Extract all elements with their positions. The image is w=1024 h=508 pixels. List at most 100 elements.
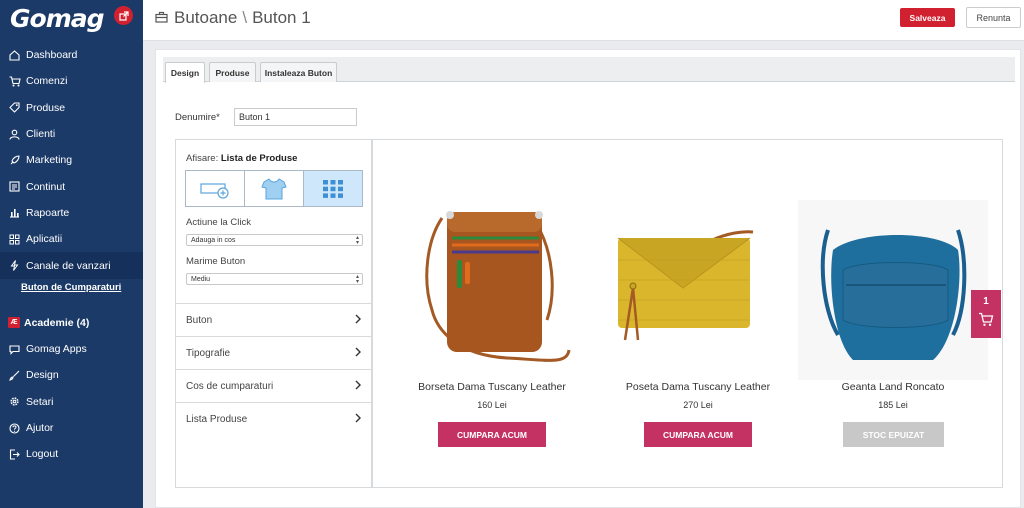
- sidebar-item-academie[interactable]: Æ Academie (4): [0, 310, 143, 336]
- section-lista-produse[interactable]: Lista Produse: [176, 402, 372, 435]
- chevron-right-icon: [354, 314, 362, 327]
- click-action-select[interactable]: Adauga in cos ▴ ▾: [186, 234, 363, 246]
- logout-icon: [8, 448, 21, 460]
- sidebar-subitem-buton-de-cumparaturi[interactable]: Buton de Cumparaturi: [0, 279, 143, 297]
- sidebar-item-aplicatii[interactable]: Aplicatii: [0, 226, 143, 252]
- display-mode-selector: [185, 170, 363, 207]
- cart-icon: [8, 75, 21, 87]
- sidebar-item-label: Aplicatii: [26, 233, 63, 246]
- brush-icon: [8, 369, 21, 381]
- content-icon: [8, 181, 21, 193]
- sidebar-item-setari[interactable]: Setari: [0, 389, 143, 415]
- apps-icon: [8, 233, 21, 245]
- sidebar-item-dashboard[interactable]: Dashboard: [0, 42, 143, 68]
- display-prefix: Afisare:: [186, 153, 219, 164]
- buy-now-button[interactable]: CUMPARA ACUM: [644, 422, 752, 447]
- section-buton[interactable]: Buton: [176, 303, 372, 336]
- sidebar-item-label: Comenzi: [26, 75, 68, 88]
- product-image[interactable]: [397, 200, 587, 380]
- tab-design[interactable]: Design: [165, 62, 205, 83]
- product-image[interactable]: [798, 200, 988, 380]
- click-action-value: Adauga in cos: [191, 236, 236, 244]
- sidebar-item-comenzi[interactable]: Comenzi: [0, 68, 143, 94]
- section-label: Buton: [186, 314, 213, 326]
- chart-icon: [8, 207, 21, 219]
- sidebar-item-label: Produse: [26, 101, 66, 114]
- sidebar-item-label: Marketing: [26, 154, 73, 167]
- section-tipografie[interactable]: Tipografie: [176, 336, 372, 369]
- sidebar-item-label: Dashboard: [26, 49, 78, 62]
- breadcrumb-separator: \: [242, 8, 248, 27]
- tab-instaleaza-buton[interactable]: Instaleaza Buton: [260, 62, 337, 82]
- sidebar-item-produse[interactable]: Produse: [0, 95, 143, 121]
- product-price: 160 Lei: [477, 400, 507, 410]
- product-price: 270 Lei: [683, 400, 713, 410]
- button-preview: Borseta Dama Tuscany Leather 160 Lei CUM…: [373, 139, 1003, 488]
- buy-now-button[interactable]: CUMPARA ACUM: [438, 422, 546, 447]
- button-size-label: Marime Buton: [186, 256, 246, 267]
- single-button-icon[interactable]: [186, 171, 245, 206]
- button-size-select[interactable]: Mediu ▴ ▾: [186, 273, 363, 285]
- name-input[interactable]: [234, 108, 357, 126]
- sidebar-item-label: Ajutor: [26, 422, 54, 434]
- sidebar-item-rapoarte[interactable]: Rapoarte: [0, 200, 143, 226]
- chevron-right-icon: [354, 347, 362, 360]
- sidebar-item-ajutor[interactable]: Ajutor: [0, 415, 143, 441]
- cart-count: 1: [983, 296, 989, 307]
- chevron-right-icon: [354, 413, 362, 426]
- product-price: 185 Lei: [878, 400, 908, 410]
- section-label: Lista Produse: [186, 413, 248, 425]
- dashboard-icon: [8, 49, 21, 61]
- name-label: Denumire*: [175, 111, 220, 123]
- product-name[interactable]: Geanta Land Roncato: [798, 381, 988, 393]
- user-icon: [8, 128, 21, 140]
- out-of-stock-button: STOC EPUIZAT: [843, 422, 944, 447]
- sidebar-item-clienti[interactable]: Clienti: [0, 121, 143, 147]
- tab-bar: Design Produse Instaleaza Buton: [163, 57, 1015, 83]
- sidebar-item-gomag-apps[interactable]: Gomag Apps: [0, 336, 143, 362]
- display-value: Lista de Produse: [220, 153, 298, 164]
- sidebar-item-design[interactable]: Design: [0, 362, 143, 388]
- section-cos-de-cumparaturi[interactable]: Cos de cumparaturi: [176, 369, 372, 402]
- gear-icon: [8, 396, 21, 408]
- external-link-icon[interactable]: [114, 6, 133, 25]
- sidebar-item-label: Logout: [26, 448, 59, 461]
- button-size-value: Mediu: [191, 275, 211, 283]
- chevron-right-icon: [354, 380, 362, 393]
- sidebar-item-label: Design: [26, 369, 59, 382]
- product-name[interactable]: Poseta Dama Tuscany Leather: [603, 381, 793, 393]
- sidebar-item-label: Canale de vanzari: [26, 259, 111, 272]
- logo-bar: Gomag: [0, 0, 143, 40]
- sidebar-item-marketing[interactable]: Marketing: [0, 147, 143, 173]
- sidebar-item-label: Clienti: [26, 128, 56, 141]
- sidebar-item-label: Gomag Apps: [26, 343, 87, 356]
- cart-icon: [978, 312, 994, 330]
- toolbox-icon: [155, 8, 168, 28]
- sidebar-item-logout[interactable]: Logout: [0, 441, 143, 467]
- tab-produse[interactable]: Produse: [209, 62, 256, 82]
- section-label: Tipografie: [186, 347, 231, 359]
- product-image[interactable]: [603, 200, 793, 380]
- display-mode-label: Afisare: Lista de Produse: [186, 153, 297, 164]
- product-name[interactable]: Borseta Dama Tuscany Leather: [397, 381, 587, 393]
- grid-icon[interactable]: [304, 171, 362, 206]
- breadcrumb-parent[interactable]: Butoane: [174, 8, 237, 28]
- cancel-button[interactable]: Renunta: [966, 7, 1021, 28]
- academie-icon: Æ: [8, 317, 20, 329]
- floating-cart-widget[interactable]: 1: [971, 290, 1001, 338]
- sidebar-item-label: Rapoarte: [26, 206, 70, 219]
- help-icon: [8, 422, 21, 434]
- top-header: Butoane \ Buton 1 Salveaza Renunta: [143, 0, 1024, 41]
- page-title: Butoane \ Buton 1: [155, 8, 311, 28]
- click-action-label: Actiune la Click: [186, 217, 251, 228]
- sidebar-nav: Dashboard Comenzi Produse Clienti Market…: [0, 42, 143, 467]
- save-button[interactable]: Salveaza: [900, 8, 955, 27]
- section-label: Cos de cumparaturi: [186, 380, 274, 392]
- bolt-icon: [8, 260, 21, 272]
- sidebar: Gomag Dashboard Comenzi Produse Clienti …: [0, 0, 143, 508]
- sidebar-item-continut[interactable]: Continut: [0, 173, 143, 199]
- chat-icon: [8, 343, 21, 355]
- settings-column: Afisare: Lista de Produse Actiune la Cli…: [175, 139, 373, 488]
- sidebar-item-canale-de-vanzari[interactable]: Canale de vanzari: [0, 252, 143, 279]
- tshirt-icon[interactable]: [245, 171, 304, 206]
